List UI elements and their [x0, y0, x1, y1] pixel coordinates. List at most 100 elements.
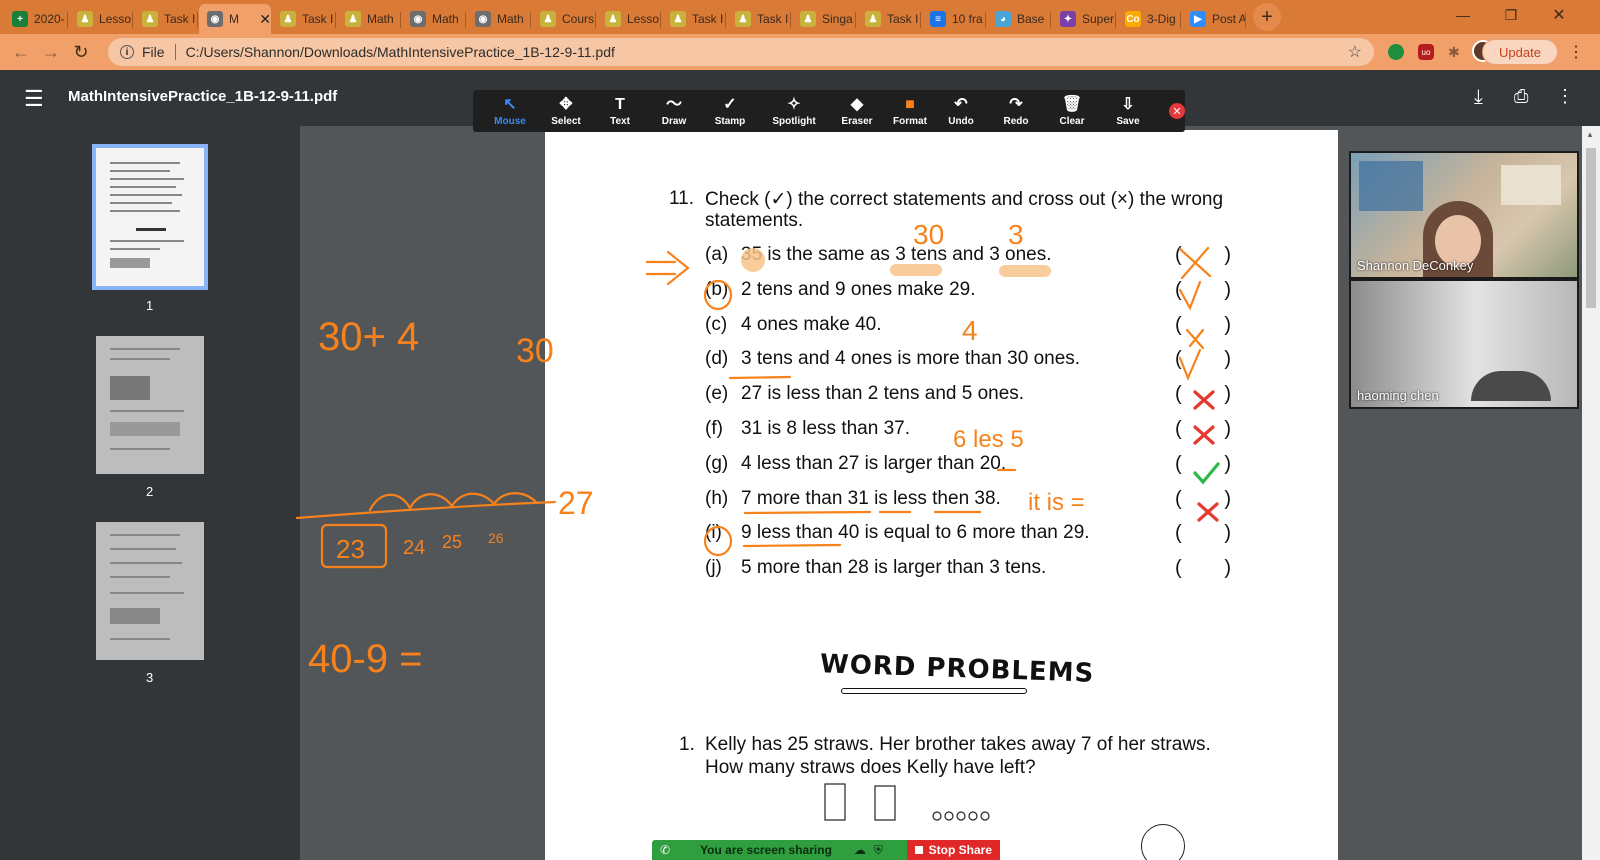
info-icon[interactable]: i: [120, 45, 134, 59]
redo-icon: ↷: [1009, 96, 1023, 113]
draw-tool[interactable]: 〜 Draw: [647, 90, 701, 132]
browser-tab-5[interactable]: ♟ Math: [337, 4, 401, 34]
browser-tab-10[interactable]: ♟ Task I: [662, 4, 726, 34]
chrome-menu-icon[interactable]: ⋮: [1568, 42, 1584, 62]
select-tool[interactable]: ✥ Select: [539, 90, 593, 132]
stamp-tool[interactable]: ✓ Stamp: [703, 90, 757, 132]
participant-name-teacher: Shannon DeConkey: [1357, 258, 1474, 273]
browser-tab-15[interactable]: ◕ Base: [987, 4, 1051, 34]
address-bar[interactable]: i File C:/Users/Shannon/Downloads/MathIn…: [108, 38, 1374, 66]
forward-icon[interactable]: →: [36, 37, 66, 67]
tab-separator: [1115, 12, 1116, 28]
counter-circle: [1141, 824, 1185, 860]
page-thumbnail-3[interactable]: [96, 522, 204, 660]
browser-tab-11[interactable]: ♟ Task I: [727, 4, 791, 34]
answer-box[interactable]: (): [1175, 383, 1231, 406]
text-tool[interactable]: T Text: [595, 90, 645, 132]
tab-separator: [595, 12, 596, 28]
ublock-icon[interactable]: uo: [1418, 44, 1434, 60]
statement-text: 27 is less than 2 tens and 5 ones.: [741, 383, 1025, 405]
browser-tab-8[interactable]: ♟ Cours: [532, 4, 596, 34]
browser-tab-0[interactable]: +2020-: [4, 4, 68, 34]
tab-separator: [790, 12, 791, 28]
tab-title: 2020-: [34, 12, 65, 26]
statement-text: 2 tens and 9 ones make 29.: [741, 278, 976, 300]
browser-tab-17[interactable]: Co 3-Dig: [1117, 4, 1181, 34]
tab-separator: [335, 12, 336, 28]
browser-tab-1[interactable]: ♟ Lesso: [69, 4, 133, 34]
undo-tool[interactable]: ↶ Undo: [937, 90, 985, 132]
more-options-icon[interactable]: ⋮: [1556, 86, 1574, 107]
tab-separator: [985, 12, 986, 28]
close-window-icon[interactable]: ✕: [1536, 0, 1582, 30]
browser-tab-9[interactable]: ♟ Lesso: [597, 4, 661, 34]
browser-tab-18[interactable]: ▶ Post A: [1182, 4, 1246, 34]
download-icon[interactable]: ⤓: [1474, 86, 1483, 109]
thumbnail-sidebar: 1 2 3: [0, 126, 300, 860]
new-tab-button[interactable]: +: [1253, 3, 1281, 31]
browser-tab-2[interactable]: ♟ Task I: [134, 4, 198, 34]
tab-title: Singa: [822, 12, 853, 26]
video-tile-teacher[interactable]: Shannon DeConkey: [1349, 151, 1579, 279]
annotation-toolbar: ↖ Mouse ✥ Select T Text 〜 Draw ✓ Stamp ✧ Spotlight ◆…: [473, 90, 1185, 132]
video-tile-student[interactable]: haoming chen: [1349, 279, 1579, 409]
word-problems-title: WORD PROBLEMS: [819, 649, 1095, 689]
answer-box[interactable]: (): [1175, 348, 1231, 371]
answer-box[interactable]: (): [1175, 244, 1231, 267]
answer-box[interactable]: (): [1175, 453, 1231, 476]
clear-tool[interactable]: 🗑 Clear: [1047, 90, 1097, 132]
pdf-scrollbar[interactable]: ▲: [1582, 126, 1600, 860]
statement-row: (c) 4 ones make 40.: [705, 314, 881, 336]
back-icon[interactable]: ←: [6, 37, 36, 67]
restore-icon[interactable]: ❐: [1488, 0, 1534, 30]
puzzle-icon[interactable]: ✱: [1448, 44, 1460, 61]
browser-tab-3[interactable]: ◉ M ✕: [199, 4, 271, 34]
browser-tab-4[interactable]: ♟ Task I: [272, 4, 336, 34]
answer-box[interactable]: (): [1175, 522, 1231, 545]
answer-box[interactable]: (): [1175, 279, 1231, 302]
page-thumbnail-2[interactable]: [96, 336, 204, 474]
spotlight-icon: ✧: [787, 96, 801, 113]
browser-tab-14[interactable]: ≡ 10 fra: [922, 4, 986, 34]
hamburger-menu-icon[interactable]: ☰: [24, 86, 44, 112]
minimize-icon[interactable]: —: [1440, 0, 1486, 30]
stop-share-button[interactable]: Stop Share: [906, 840, 1000, 860]
page-thumbnail-1[interactable]: [92, 144, 208, 290]
tab-favicon-icon: ♟: [77, 11, 93, 27]
pdf-filename: MathIntensivePractice_1B-12-9-11.pdf: [68, 88, 338, 105]
undo-icon: ↶: [954, 96, 968, 113]
browser-tab-6[interactable]: ◉ Math: [402, 4, 466, 34]
update-button[interactable]: Update: [1482, 39, 1558, 65]
redo-tool[interactable]: ↷ Redo: [987, 90, 1045, 132]
tab-favicon-icon: ▶: [1190, 11, 1206, 27]
format-icon: ■: [905, 96, 915, 113]
extension-green-icon[interactable]: [1388, 44, 1404, 60]
answer-box[interactable]: (): [1175, 488, 1231, 511]
answer-box[interactable]: (): [1175, 557, 1231, 580]
tool-label: Undo: [948, 116, 974, 127]
save-tool[interactable]: ⇩ Save: [1099, 90, 1157, 132]
answer-box[interactable]: (): [1175, 418, 1231, 441]
statement-row: (f) 31 is 8 less than 37.: [705, 418, 910, 440]
mouse-tool[interactable]: ↖ Mouse: [483, 90, 537, 132]
tool-label: Clear: [1059, 116, 1085, 127]
browser-tab-12[interactable]: ♟ Singa: [792, 4, 856, 34]
eraser-tool[interactable]: ◆ Eraser: [831, 90, 883, 132]
answer-box[interactable]: (): [1175, 314, 1231, 337]
browser-tab-13[interactable]: ♟ Task I: [857, 4, 921, 34]
tab-close-icon[interactable]: ✕: [259, 11, 271, 28]
tab-title: Lesso: [99, 12, 132, 26]
print-icon[interactable]: ⎙: [1514, 86, 1528, 107]
spotlight-tool[interactable]: ✧ Spotlight: [759, 90, 829, 132]
tool-label: Mouse: [494, 116, 526, 127]
reload-icon[interactable]: ↻: [66, 37, 96, 67]
format-tool[interactable]: ■ Format: [885, 90, 935, 132]
scrollbar-thumb[interactable]: [1586, 148, 1596, 308]
browser-tab-7[interactable]: ◉ Math: [467, 4, 531, 34]
statement-row: (h) 7 more than 31 is less then 38.: [705, 488, 1001, 510]
shield-icon: ⛨: [873, 842, 883, 857]
statement-label: (i): [705, 522, 722, 544]
close-annotation-icon[interactable]: ✕: [1169, 103, 1185, 119]
browser-tab-16[interactable]: ✦ Super: [1052, 4, 1116, 34]
bookmark-star-icon[interactable]: ☆: [1348, 42, 1362, 62]
